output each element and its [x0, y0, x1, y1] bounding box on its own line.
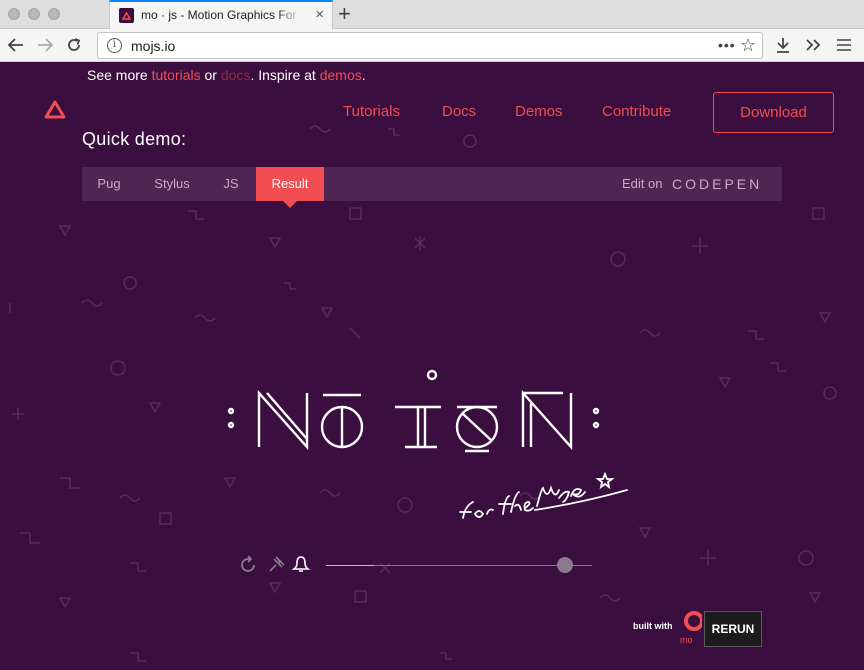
- tutorials-link[interactable]: tutorials: [152, 67, 201, 83]
- bell-icon[interactable]: [291, 556, 311, 572]
- code-tabs-bar: Pug Stylus JS Result Edit on CODEPEN: [82, 167, 782, 208]
- browser-titlebar: mo · js - Motion Graphics For The Web × …: [0, 0, 864, 29]
- browser-navbar: i mojs.io ••• ☆: [0, 29, 864, 62]
- window-maximize-button[interactable]: [48, 8, 60, 20]
- tab-stylus[interactable]: Stylus: [144, 167, 200, 201]
- player-controls: [241, 555, 311, 572]
- forward-icon[interactable]: [35, 35, 55, 55]
- url-bar[interactable]: i mojs.io ••• ☆: [97, 32, 763, 59]
- tab-close-icon[interactable]: ×: [315, 7, 324, 23]
- replay-icon[interactable]: [241, 555, 255, 572]
- quick-demo-title: Quick demo:: [82, 129, 187, 149]
- mojs-logo-icon[interactable]: [44, 100, 66, 125]
- motion-logo-art: [227, 369, 600, 453]
- tab-result[interactable]: Result: [256, 167, 324, 208]
- overflow-chevrons-icon[interactable]: [803, 35, 823, 55]
- edit-on-label[interactable]: Edit on: [622, 167, 662, 201]
- hamburger-menu-icon[interactable]: [834, 35, 854, 55]
- back-icon[interactable]: [6, 35, 26, 55]
- notice-text: See more: [87, 67, 152, 83]
- page-content: See more tutorials or docs. Inspire at d…: [0, 63, 864, 670]
- notice-text: .: [361, 67, 366, 83]
- mojs-mini-logo[interactable]: mo: [680, 609, 702, 647]
- nav-contribute[interactable]: Contribute: [602, 103, 671, 120]
- mo-label: mo: [680, 635, 693, 645]
- nav-tutorials[interactable]: Tutorials: [343, 103, 400, 120]
- progress-knob[interactable]: [557, 557, 573, 573]
- nav-demos[interactable]: Demos: [515, 103, 563, 120]
- tab-pug[interactable]: Pug: [82, 167, 136, 201]
- download-button[interactable]: Download: [713, 92, 834, 133]
- for-the-web-signature-art: [459, 471, 628, 519]
- codepen-logo[interactable]: CODEPEN: [672, 176, 762, 192]
- progress-fill: [326, 565, 374, 566]
- demos-link[interactable]: demos: [320, 67, 362, 83]
- url-text[interactable]: mojs.io: [131, 38, 175, 54]
- docs-link[interactable]: docs: [221, 67, 251, 83]
- notice-text: . Inspire at: [250, 67, 320, 83]
- notice-text: or: [200, 67, 221, 83]
- reload-icon[interactable]: [64, 35, 84, 55]
- downloads-icon[interactable]: [773, 35, 793, 55]
- new-tab-button[interactable]: +: [338, 2, 351, 26]
- tutorials-notice: See more tutorials or docs. Inspire at d…: [87, 67, 366, 83]
- progress-track[interactable]: [326, 565, 592, 566]
- rerun-button[interactable]: RERUN: [704, 611, 762, 647]
- window-close-button[interactable]: [8, 8, 20, 20]
- pin-icon[interactable]: [269, 556, 285, 572]
- tab-js[interactable]: JS: [210, 167, 252, 201]
- tab-title: mo · js - Motion Graphics For The Web: [141, 8, 301, 22]
- window-minimize-button[interactable]: [28, 8, 40, 20]
- page-actions-icon[interactable]: •••: [718, 37, 736, 53]
- bookmark-star-icon[interactable]: ☆: [740, 35, 756, 56]
- mojs-favicon-icon: [119, 8, 134, 23]
- site-info-icon[interactable]: i: [107, 38, 122, 53]
- browser-tab[interactable]: mo · js - Motion Graphics For The Web ×: [109, 0, 333, 29]
- built-with-label: built with: [633, 621, 673, 631]
- nav-docs[interactable]: Docs: [442, 103, 476, 120]
